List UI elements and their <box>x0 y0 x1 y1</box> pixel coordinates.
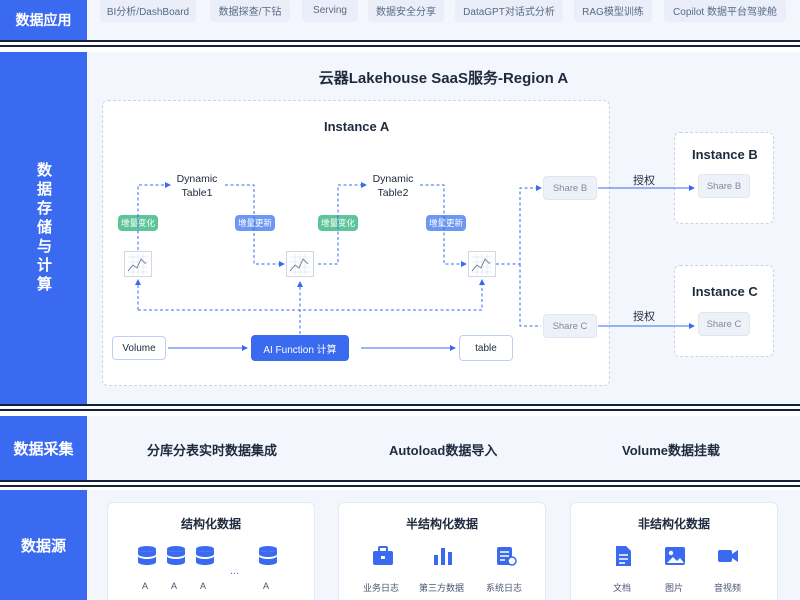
database-icon <box>259 546 277 565</box>
database-icon <box>167 546 185 565</box>
system-log-icon <box>497 547 517 566</box>
collect-item-volume-mount: Volume数据挂载 <box>622 443 720 458</box>
structured-label: A <box>200 581 207 591</box>
app-chip-copilot: Copilot 数据平台驾驶舱 <box>664 0 786 22</box>
unstructured-label-document: 文档 <box>613 583 632 593</box>
structured-ellipsis: ... <box>230 565 240 577</box>
database-icon <box>138 546 156 565</box>
bar-chart-icon <box>434 548 452 565</box>
flow-connectors <box>135 182 695 351</box>
band-separator <box>0 40 800 47</box>
briefcase-icon <box>373 546 393 565</box>
collect-band: 数据采集 分库分表实时数据集成 Autoload数据导入 Volume数据挂载 <box>0 416 800 480</box>
structured-label: A <box>263 581 270 591</box>
unstructured-label-image: 图片 <box>665 583 684 593</box>
collect-item-autoload: Autoload数据导入 <box>389 443 498 458</box>
semi-label-system-log: 系统日志 <box>486 583 523 593</box>
source-band-label: 数据源 <box>0 490 87 600</box>
semi-label-business-log: 业务日志 <box>363 583 400 593</box>
apps-band: 数据应用 BI分析/DashBoard 数据探查/下钻 Serving 数据安全… <box>0 0 800 40</box>
semi-structured-data-title: 半结构化数据 <box>405 517 478 531</box>
image-icon <box>665 547 685 565</box>
unstructured-label-video: 音视频 <box>714 583 742 593</box>
band-separator <box>0 404 800 411</box>
video-icon <box>718 550 738 562</box>
app-chip-security-share: 数据安全分享 <box>368 0 444 22</box>
unstructured-data-box: 非结构化数据 文档 图片 音视频 <box>570 502 778 600</box>
collect-item-sharding: 分库分表实时数据集成 <box>147 443 278 458</box>
structured-label: A <box>142 581 149 591</box>
collect-band-label: 数据采集 <box>0 416 87 480</box>
storage-band: 数据存储与计算 云器Lakehouse SaaS服务-Region A Inst… <box>0 52 800 404</box>
document-icon <box>616 546 631 566</box>
app-chip-rag: RAG模型训练 <box>574 0 652 22</box>
app-chip-explore: 数据探查/下钻 <box>210 0 290 22</box>
semi-label-third-party: 第三方数据 <box>419 583 465 593</box>
app-chip-serving: Serving <box>302 0 358 22</box>
app-chip-bi: BI分析/DashBoard <box>100 0 196 22</box>
structured-data-title: 结构化数据 <box>180 517 241 531</box>
band-separator <box>0 480 800 487</box>
source-band: 数据源 结构化数据 A A A ... A 半结构化数据 业务日志 第三方数据 … <box>0 490 800 600</box>
app-chip-datagpt: DataGPT对话式分析 <box>455 0 563 22</box>
database-icon <box>196 546 214 565</box>
apps-band-label: 数据应用 <box>0 0 87 40</box>
structured-data-box: 结构化数据 A A A ... A <box>107 502 315 600</box>
unstructured-data-title: 非结构化数据 <box>637 517 710 531</box>
semi-structured-data-box: 半结构化数据 业务日志 第三方数据 系统日志 <box>338 502 546 600</box>
structured-label: A <box>171 581 178 591</box>
